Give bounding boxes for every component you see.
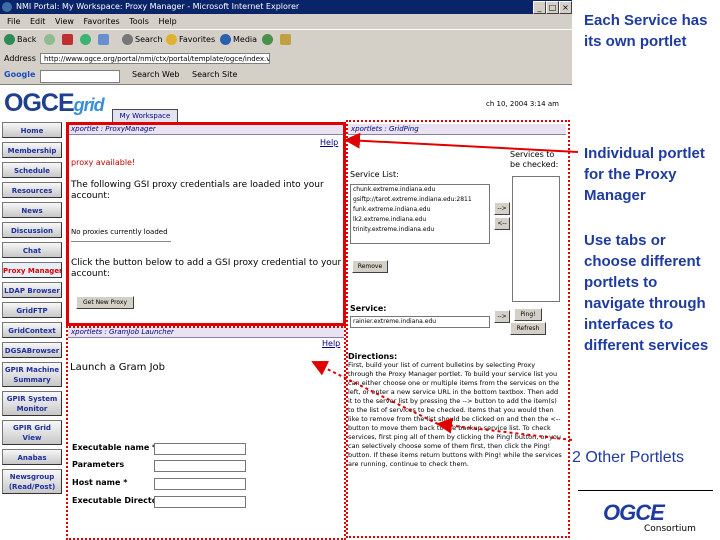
consortium-label: Consortium (644, 524, 696, 534)
note-use-tabs: Use tabs or choose different portlets to… (584, 232, 709, 354)
arrow-other-1 (436, 417, 573, 441)
note-other-portlets: 2 Other Portlets (572, 449, 685, 466)
note-individual: Individual portlet for the Proxy Manager (584, 145, 705, 204)
arrow-other-2 (311, 361, 439, 425)
footer-divider (578, 490, 713, 491)
note-each-service: Each Service has its own portlet (584, 12, 708, 50)
ogce-consortium-logo: OGCE (603, 500, 665, 525)
arrow-individual (344, 132, 579, 153)
